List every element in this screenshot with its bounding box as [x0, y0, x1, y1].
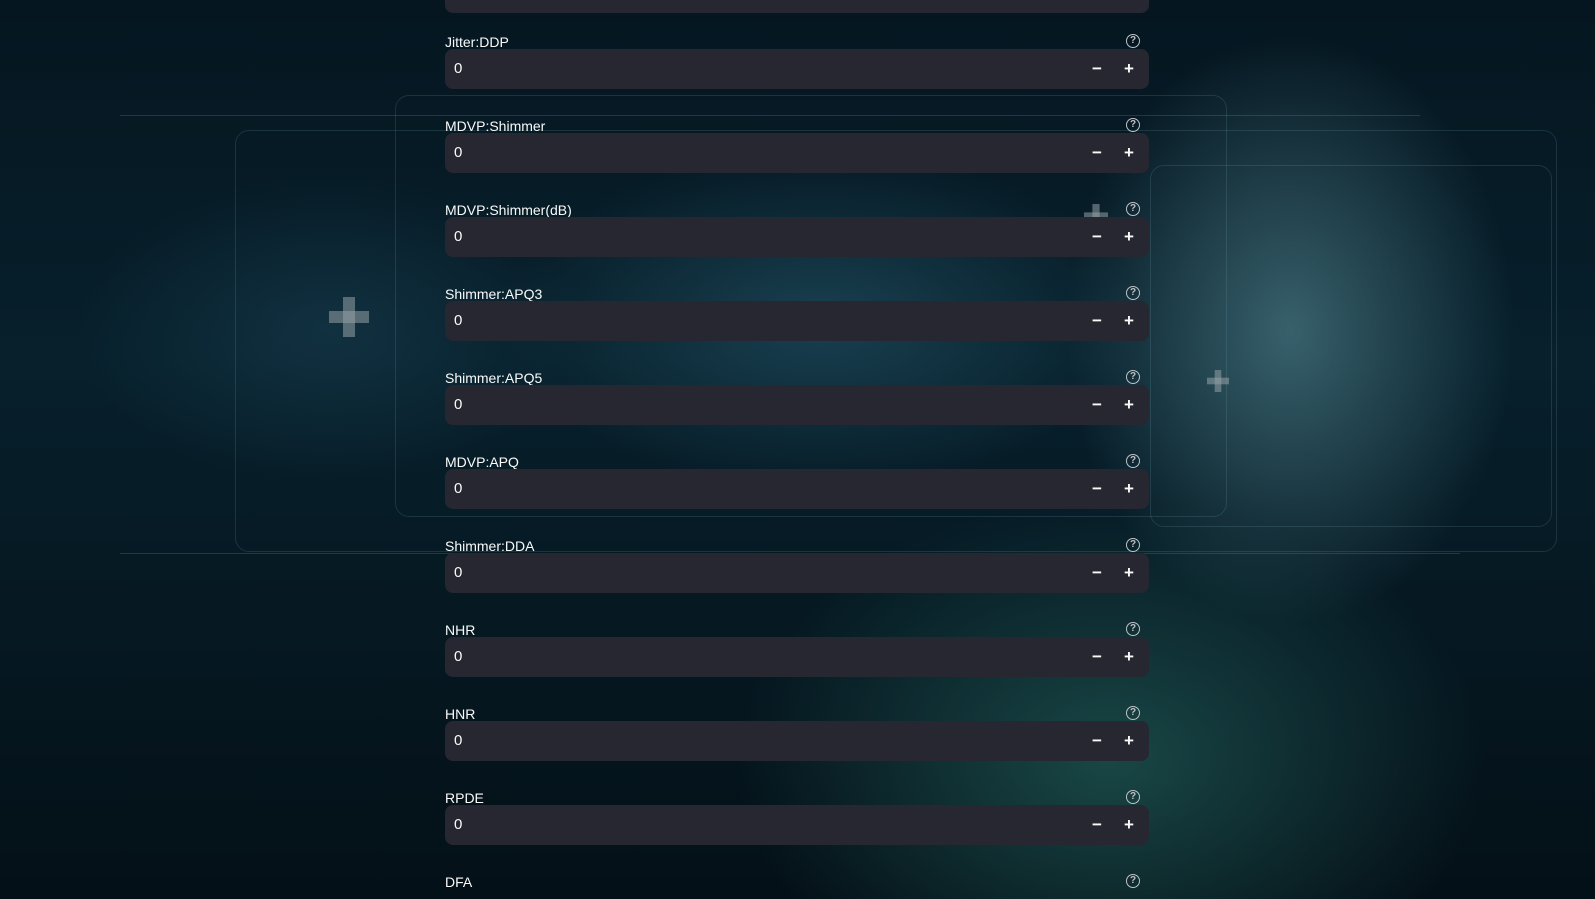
help-icon[interactable]: ?: [1126, 790, 1140, 804]
number-input[interactable]: 0: [454, 721, 462, 761]
decrement-button[interactable]: −: [1081, 557, 1113, 589]
decrement-button[interactable]: −: [1081, 53, 1113, 85]
help-icon[interactable]: ?: [1126, 874, 1140, 888]
help-icon[interactable]: ?: [1126, 202, 1140, 216]
medical-cross-icon: [329, 297, 369, 337]
field-label: DFA: [445, 874, 473, 890]
decrement-button[interactable]: −: [1081, 725, 1113, 757]
number-input-container: 0 − +: [445, 49, 1149, 89]
number-input-container: 0 − +: [445, 217, 1149, 257]
number-input[interactable]: 0: [454, 637, 462, 677]
number-input-container: 0 − +: [445, 133, 1149, 173]
increment-button[interactable]: +: [1113, 473, 1145, 505]
decrement-button[interactable]: −: [1081, 473, 1113, 505]
decrement-button[interactable]: −: [1081, 221, 1113, 253]
number-input-container: 0 − +: [445, 469, 1149, 509]
increment-button[interactable]: +: [1113, 221, 1145, 253]
decrement-button[interactable]: −: [1081, 305, 1113, 337]
increment-button[interactable]: +: [1113, 641, 1145, 673]
help-icon[interactable]: ?: [1126, 454, 1140, 468]
field-shimmer-apq3: Shimmer:APQ3 ? 0 − +: [445, 285, 1149, 369]
number-input-container: 0 − +: [445, 385, 1149, 425]
number-input[interactable]: 0: [454, 49, 462, 89]
decrement-button[interactable]: −: [1081, 137, 1113, 169]
number-input-container: 0 − +: [445, 637, 1149, 677]
number-input[interactable]: 0: [454, 133, 462, 173]
increment-button[interactable]: +: [1113, 809, 1145, 841]
increment-button[interactable]: +: [1113, 137, 1145, 169]
help-icon[interactable]: ?: [1126, 370, 1140, 384]
previous-number-input[interactable]: [445, 0, 1149, 13]
field-mdvp-apq: MDVP:APQ ? 0 − +: [445, 453, 1149, 537]
increment-button[interactable]: +: [1113, 305, 1145, 337]
decrement-button[interactable]: −: [1081, 809, 1113, 841]
help-icon[interactable]: ?: [1126, 706, 1140, 720]
medical-cross-icon: [1207, 370, 1229, 392]
number-input[interactable]: 0: [454, 805, 462, 845]
help-icon[interactable]: ?: [1126, 118, 1140, 132]
decrement-button[interactable]: −: [1081, 389, 1113, 421]
help-icon[interactable]: ?: [1126, 34, 1140, 48]
number-input[interactable]: 0: [454, 385, 462, 425]
increment-button[interactable]: +: [1113, 725, 1145, 757]
field-jitter-ddp: Jitter:DDP ? 0 − +: [445, 33, 1149, 117]
field-rpde: RPDE ? 0 − +: [445, 789, 1149, 873]
number-input-container: 0 − +: [445, 721, 1149, 761]
field-nhr: NHR ? 0 − +: [445, 621, 1149, 705]
field-dfa: DFA ?: [445, 873, 1149, 899]
number-input[interactable]: 0: [454, 217, 462, 257]
help-icon[interactable]: ?: [1126, 286, 1140, 300]
number-input-container: 0 − +: [445, 805, 1149, 845]
number-input[interactable]: 0: [454, 301, 462, 341]
field-hnr: HNR ? 0 − +: [445, 705, 1149, 789]
field-shimmer-apq5: Shimmer:APQ5 ? 0 − +: [445, 369, 1149, 453]
field-mdvp-shimmer-db: MDVP:Shimmer(dB) ? 0 − +: [445, 201, 1149, 285]
increment-button[interactable]: +: [1113, 557, 1145, 589]
help-icon[interactable]: ?: [1126, 538, 1140, 552]
field-shimmer-dda: Shimmer:DDA ? 0 − +: [445, 537, 1149, 621]
help-icon[interactable]: ?: [1126, 622, 1140, 636]
field-mdvp-shimmer: MDVP:Shimmer ? 0 − +: [445, 117, 1149, 201]
number-input[interactable]: 0: [454, 469, 462, 509]
decrement-button[interactable]: −: [1081, 641, 1113, 673]
number-input-container: 0 − +: [445, 301, 1149, 341]
increment-button[interactable]: +: [1113, 389, 1145, 421]
number-input[interactable]: 0: [454, 553, 462, 593]
number-input-container: 0 − +: [445, 553, 1149, 593]
increment-button[interactable]: +: [1113, 53, 1145, 85]
background-hud-panel: [1150, 165, 1552, 527]
